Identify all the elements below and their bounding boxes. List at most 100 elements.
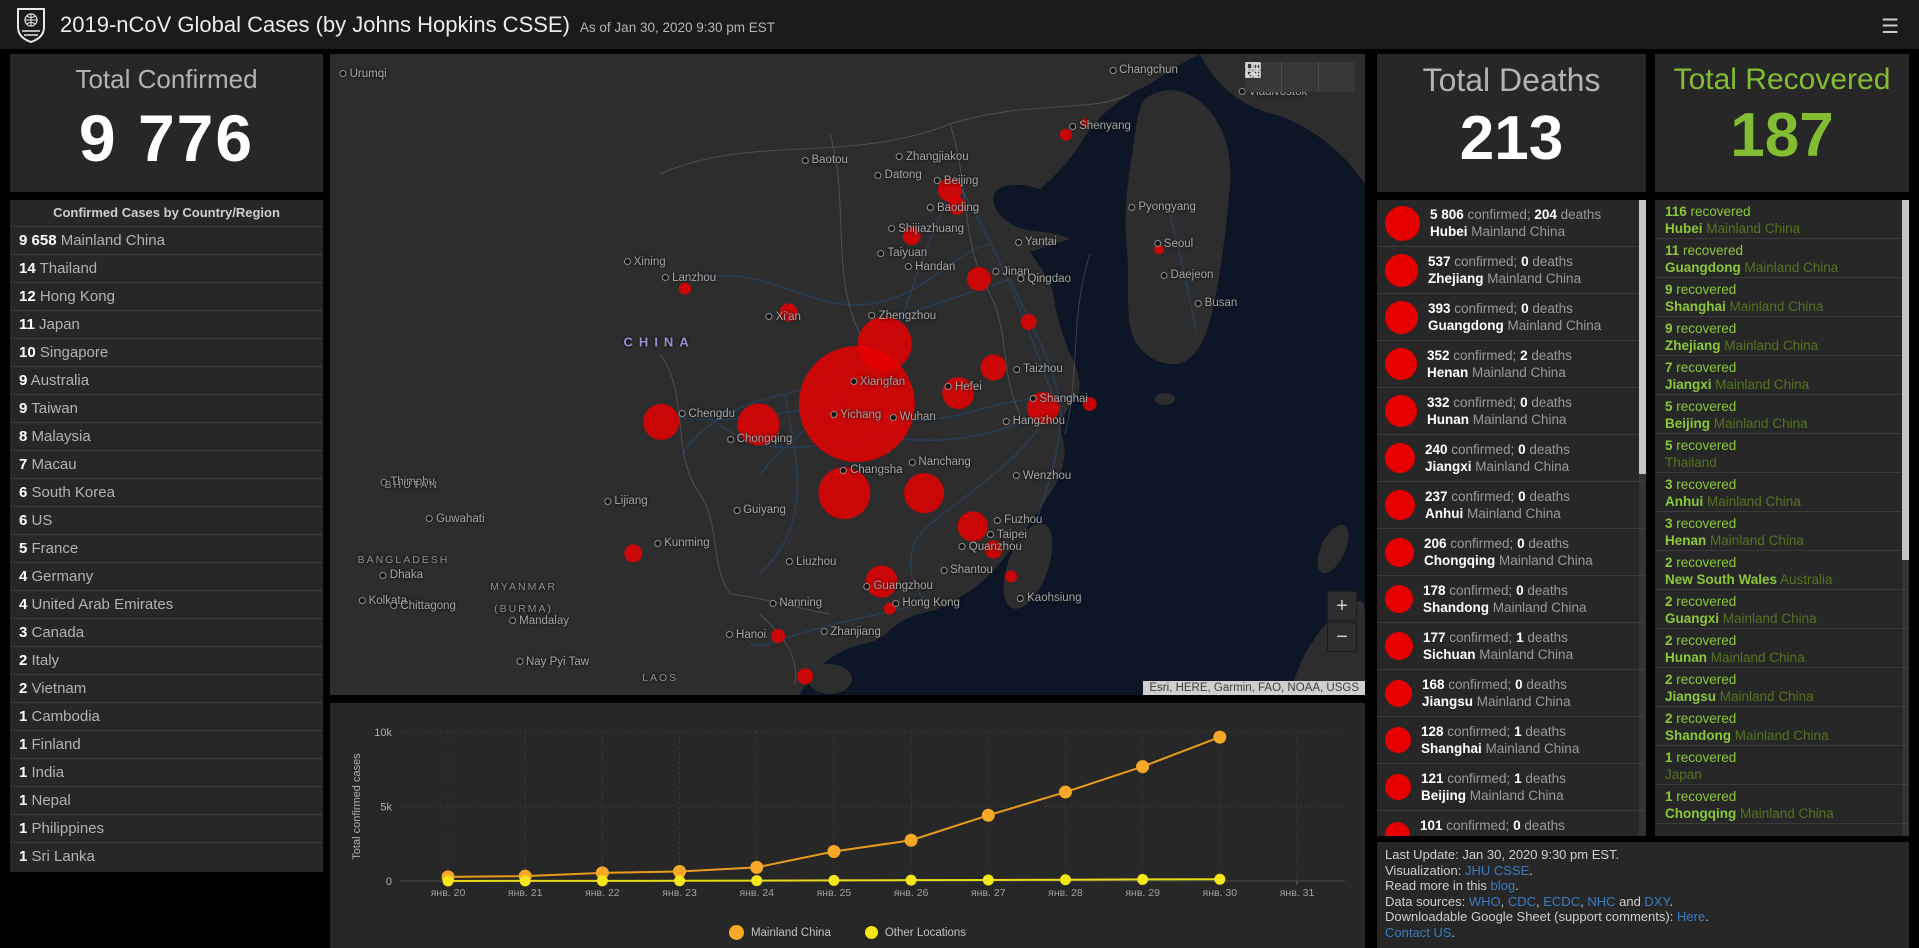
recovered-region-row[interactable]: 7 recoveredJiangxi Mainland China bbox=[1655, 356, 1909, 395]
map-case-bubble[interactable] bbox=[904, 473, 944, 513]
deaths-region-row[interactable]: 177 confirmed; 1 deathsSichuan Mainland … bbox=[1377, 623, 1646, 670]
legend-item[interactable]: Other Locations bbox=[865, 925, 966, 940]
info-link[interactable]: DXY bbox=[1644, 894, 1669, 909]
map-case-bubble[interactable] bbox=[797, 668, 813, 684]
recovered-region-row[interactable]: 2 recoveredJiangsu Mainland China bbox=[1655, 668, 1909, 707]
confirmed-country-row[interactable]: 8 Malaysia bbox=[10, 422, 323, 450]
confirmed-country-row[interactable]: 3 Canada bbox=[10, 618, 323, 646]
deaths-region-row[interactable]: 237 confirmed; 0 deathsAnhui Mainland Ch… bbox=[1377, 482, 1646, 529]
data-point[interactable] bbox=[750, 861, 763, 874]
confirmed-country-row[interactable]: 9 Taiwan bbox=[10, 394, 323, 422]
data-point[interactable] bbox=[674, 875, 685, 886]
map-case-bubble[interactable] bbox=[771, 629, 785, 643]
legend-icon[interactable] bbox=[1281, 62, 1318, 92]
confirmed-country-row[interactable]: 12 Hong Kong bbox=[10, 282, 323, 310]
info-link[interactable]: JHU CSSE bbox=[1465, 863, 1529, 878]
recovered-region-row[interactable]: 3 recoveredAnhui Mainland China bbox=[1655, 473, 1909, 512]
recovered-region-row[interactable]: 2 recoveredShandong Mainland China bbox=[1655, 707, 1909, 746]
map-case-bubble[interactable] bbox=[643, 404, 679, 440]
data-point[interactable] bbox=[1213, 731, 1226, 744]
deaths-region-row[interactable]: 352 confirmed; 2 deathsHenan Mainland Ch… bbox=[1377, 341, 1646, 388]
map-case-bubble[interactable] bbox=[624, 544, 642, 562]
confirmed-country-row[interactable]: 6 South Korea bbox=[10, 478, 323, 506]
recovered-region-row[interactable]: 2 recoveredGuangxi Mainland China bbox=[1655, 590, 1909, 629]
info-link[interactable]: ECDC bbox=[1543, 894, 1580, 909]
recovered-region-row[interactable]: 9 recoveredZhejiang Mainland China bbox=[1655, 317, 1909, 356]
data-point[interactable] bbox=[1060, 874, 1071, 885]
map-case-bubble[interactable] bbox=[958, 511, 988, 541]
recovered-region-row[interactable]: 116 recoveredHubei Mainland China bbox=[1655, 200, 1909, 239]
data-point[interactable] bbox=[905, 834, 918, 847]
deaths-region-row[interactable]: 537 confirmed; 0 deathsZhejiang Mainland… bbox=[1377, 247, 1646, 294]
basemap-icon[interactable] bbox=[1318, 62, 1355, 92]
confirmed-country-row[interactable]: 1 India bbox=[10, 758, 323, 786]
confirmed-country-row[interactable]: 6 US bbox=[10, 506, 323, 534]
recovered-region-row[interactable]: 1 recoveredChongqing Mainland China bbox=[1655, 785, 1909, 824]
confirmed-country-row[interactable]: 10 Singapore bbox=[10, 338, 323, 366]
map-case-bubble[interactable] bbox=[980, 354, 1006, 380]
deaths-region-row[interactable]: 101 confirmed; 0 deathsFujian Mainland C… bbox=[1377, 811, 1646, 836]
deaths-region-row[interactable]: 206 confirmed; 0 deathsChongqing Mainlan… bbox=[1377, 529, 1646, 576]
info-link[interactable]: NHC bbox=[1587, 894, 1615, 909]
recovered-region-row[interactable]: 11 recoveredGuangdong Mainland China bbox=[1655, 239, 1909, 278]
confirmed-country-row[interactable]: 14 Thailand bbox=[10, 254, 323, 282]
confirmed-country-row[interactable]: 1 Philippines bbox=[10, 814, 323, 842]
confirmed-country-row[interactable]: 4 Germany bbox=[10, 562, 323, 590]
deaths-region-row[interactable]: 128 confirmed; 1 deathsShanghai Mainland… bbox=[1377, 717, 1646, 764]
data-point[interactable] bbox=[597, 875, 608, 886]
deaths-region-row[interactable]: 240 confirmed; 0 deathsJiangxi Mainland … bbox=[1377, 435, 1646, 482]
info-link[interactable]: Contact US bbox=[1385, 925, 1451, 940]
zoom-in-button[interactable]: + bbox=[1327, 591, 1357, 621]
map-case-bubble[interactable] bbox=[967, 267, 991, 291]
confirmed-country-row[interactable]: 9 Australia bbox=[10, 366, 323, 394]
recovered-scrollbar-thumb[interactable] bbox=[1902, 200, 1909, 560]
data-point[interactable] bbox=[983, 875, 994, 886]
recovered-region-row[interactable]: 5 recoveredBeijing Mainland China bbox=[1655, 395, 1909, 434]
map-case-bubble[interactable] bbox=[1005, 570, 1017, 582]
data-point[interactable] bbox=[443, 875, 454, 886]
confirmed-country-row[interactable]: 2 Vietnam bbox=[10, 674, 323, 702]
confirmed-country-row[interactable]: 9 658 Mainland China bbox=[10, 226, 323, 254]
confirmed-country-row[interactable]: 1 Finland bbox=[10, 730, 323, 758]
data-point[interactable] bbox=[1137, 874, 1148, 885]
confirmed-country-row[interactable]: 2 Italy bbox=[10, 646, 323, 674]
deaths-region-row[interactable]: 5 806 confirmed; 204 deathsHubei Mainlan… bbox=[1377, 200, 1646, 247]
deaths-scrollbar-thumb[interactable] bbox=[1639, 200, 1646, 474]
map-case-bubble[interactable] bbox=[858, 317, 912, 371]
info-link[interactable]: WHO bbox=[1469, 894, 1501, 909]
confirmed-country-row[interactable]: 7 Macau bbox=[10, 450, 323, 478]
data-point[interactable] bbox=[982, 809, 995, 822]
legend-item[interactable]: Mainland China bbox=[729, 925, 831, 940]
recovered-region-row[interactable]: 5 recoveredThailand bbox=[1655, 434, 1909, 473]
recovered-region-row[interactable]: 3 recoveredHenan Mainland China bbox=[1655, 512, 1909, 551]
deaths-region-row[interactable]: 121 confirmed; 1 deathsBeijing Mainland … bbox=[1377, 764, 1646, 811]
map[interactable]: UrumqiChangchunShenyangVladivostokBaotou… bbox=[330, 54, 1365, 695]
map-case-bubble[interactable] bbox=[679, 283, 691, 295]
map-canvas[interactable] bbox=[330, 54, 1365, 695]
data-point[interactable] bbox=[906, 875, 917, 886]
map-case-bubble[interactable] bbox=[1021, 314, 1037, 330]
info-link[interactable]: blog bbox=[1491, 878, 1516, 893]
data-point[interactable] bbox=[520, 875, 531, 886]
confirmed-country-row[interactable]: 11 Japan bbox=[10, 310, 323, 338]
data-point[interactable] bbox=[828, 875, 839, 886]
info-link[interactable]: Here bbox=[1677, 909, 1705, 924]
timeline-chart[interactable]: янв. 20янв. 21янв. 22янв. 23янв. 24янв. … bbox=[330, 703, 1365, 948]
deaths-region-row[interactable]: 393 confirmed; 0 deathsGuangdong Mainlan… bbox=[1377, 294, 1646, 341]
info-link[interactable]: CDC bbox=[1508, 894, 1536, 909]
data-point[interactable] bbox=[827, 845, 840, 858]
recovered-region-row[interactable]: 2 recoveredHunan Mainland China bbox=[1655, 629, 1909, 668]
data-point[interactable] bbox=[1214, 874, 1225, 885]
zoom-out-button[interactable]: − bbox=[1327, 622, 1357, 652]
deaths-region-row[interactable]: 178 confirmed; 0 deathsShandong Mainland… bbox=[1377, 576, 1646, 623]
confirmed-country-row[interactable]: 1 Cambodia bbox=[10, 702, 323, 730]
confirmed-country-row[interactable]: 1 Sri Lanka bbox=[10, 842, 323, 870]
recovered-region-row[interactable]: 1 recoveredJapan bbox=[1655, 746, 1909, 785]
data-point[interactable] bbox=[751, 875, 762, 886]
data-point[interactable] bbox=[1136, 760, 1149, 773]
confirmed-country-row[interactable]: 1 Nepal bbox=[10, 786, 323, 814]
confirmed-country-row[interactable]: 5 France bbox=[10, 534, 323, 562]
recovered-region-row[interactable]: 2 recoveredNew South Wales Australia bbox=[1655, 551, 1909, 590]
confirmed-country-row[interactable]: 4 United Arab Emirates bbox=[10, 590, 323, 618]
hamburger-menu-icon[interactable]: ☰ bbox=[1881, 14, 1899, 39]
